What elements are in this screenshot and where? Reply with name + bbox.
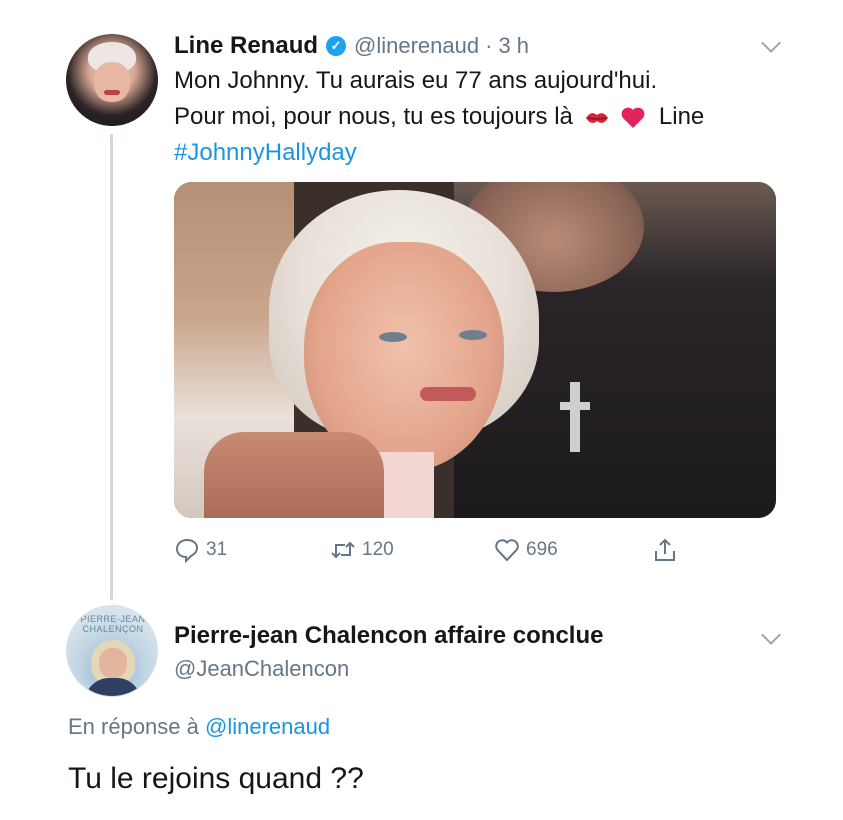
share-button[interactable] [652, 534, 684, 566]
retweet-button[interactable]: 120 [330, 534, 394, 566]
in-reply-to: En réponse à @linerenaud [68, 714, 330, 740]
photo-cross-pendant [570, 382, 580, 452]
author-handle[interactable]: @linerenaud [354, 33, 479, 59]
tweet-text-line-1: Mon Johnny. Tu aurais eu 77 ans aujourd'… [174, 67, 658, 94]
avatar-lips [104, 90, 120, 95]
tweet-actions: 31 120 696 [174, 534, 694, 566]
photo-woman-lips [420, 387, 476, 401]
reply-button[interactable]: 31 [174, 534, 227, 566]
tweet-text-line-2-start: Pour moi, pour nous, tu es toujours là [174, 103, 573, 130]
like-count: 696 [526, 539, 558, 560]
meta-separator: · [485, 33, 493, 58]
share-icon [655, 538, 675, 561]
hashtag-link[interactable]: #JohnnyHallyday [174, 135, 794, 171]
photo-eye-right [459, 330, 487, 340]
retweet-count: 120 [362, 539, 394, 560]
thread-connector-line [110, 134, 113, 600]
tweet-text-line-2-end: Line [658, 103, 705, 130]
reply-author-handle[interactable]: @JeanChalencon [174, 656, 349, 682]
avatar-line-renaud[interactable] [66, 34, 158, 126]
chevron-down-icon[interactable] [761, 625, 781, 645]
kiss-emoji-icon [585, 112, 608, 123]
tweet-text: Mon Johnny. Tu aurais eu 77 ans aujourd'… [174, 63, 794, 171]
tweet-header: Line Renaud ✓ @linerenaud · 3 h [174, 30, 529, 62]
reply-text: Tu le rejoins quand ?? [68, 762, 364, 795]
like-icon [495, 539, 519, 562]
tweet-text-line-2: Pour moi, pour nous, tu es toujours là L… [174, 99, 794, 135]
author-name[interactable]: Line Renaud [174, 32, 318, 60]
heart-emoji-icon [621, 107, 645, 128]
in-reply-to-handle[interactable]: @linerenaud [205, 714, 330, 739]
photo-eye-left [379, 332, 407, 342]
avatar-face [94, 62, 130, 102]
avatar-body [85, 678, 141, 696]
tweet-time[interactable]: 3 h [498, 33, 529, 59]
like-button[interactable]: 696 [494, 534, 558, 566]
photo-arm [204, 432, 384, 518]
avatar-logo-text: PIERRE-JEAN CHALENÇON [80, 614, 146, 634]
in-reply-to-prefix: En réponse à [68, 714, 199, 739]
reply-author-name[interactable]: Pierre-jean Chalencon affaire conclue [174, 622, 603, 650]
verified-badge-icon: ✓ [326, 36, 347, 56]
reply-count: 31 [206, 539, 228, 560]
reply-icon [175, 538, 199, 563]
retweet-icon [331, 541, 355, 559]
chevron-down-icon[interactable] [761, 33, 781, 53]
photo-cross-bar [560, 402, 590, 410]
avatar-face [99, 648, 127, 678]
tweet-photo[interactable] [174, 182, 776, 518]
avatar-jean-chalencon[interactable]: PIERRE-JEAN CHALENÇON [66, 605, 158, 697]
